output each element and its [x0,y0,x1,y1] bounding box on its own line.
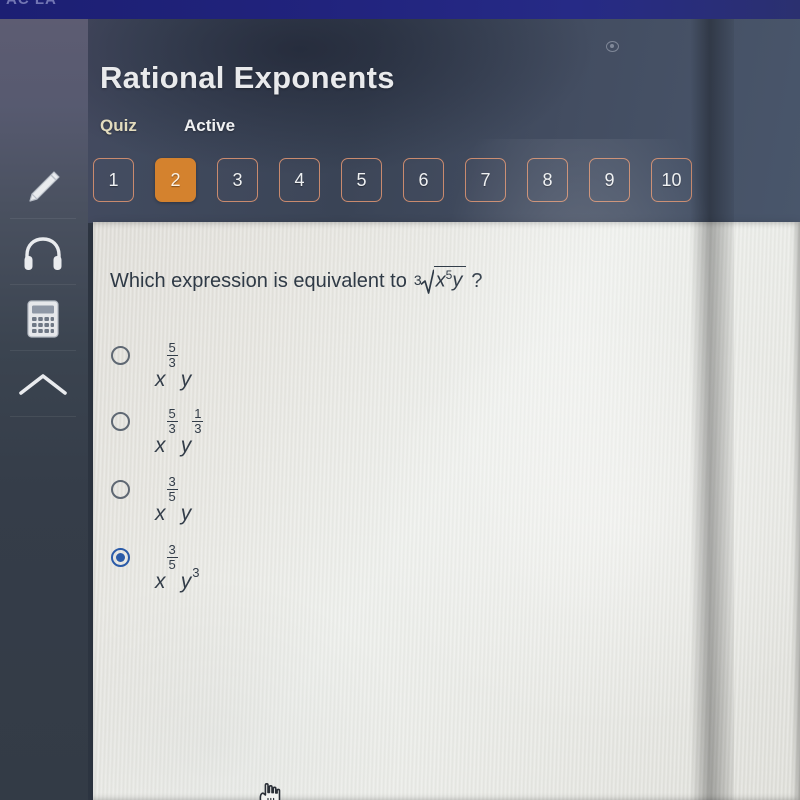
option-d-exp-numerator: 3 [168,541,176,557]
option-b-base-y: y [180,434,192,457]
radicand-base-x: x [435,269,446,292]
app-header: Rational Exponents Quiz Active 1 2 3 4 5… [0,19,800,223]
option-b-term-2: y 1 3 [180,406,204,458]
option-b-exp2-denominator: 3 [192,420,204,436]
option-a-exp-numerator: 5 [168,339,176,355]
option-b-exponent-fraction-1: 5 3 [166,405,178,436]
pager-button-5[interactable]: 5 [341,158,382,202]
option-b-expression: x 5 3 y 1 3 [155,388,206,458]
pager-button-3[interactable]: 3 [217,158,258,202]
radio-option-c[interactable] [111,480,130,499]
collapse-tool-button[interactable] [4,353,82,417]
headphones-icon [20,233,66,273]
radio-option-a[interactable] [111,346,130,365]
radical-sign-icon [420,268,435,295]
photo-dust-speck [606,41,619,52]
option-b-term-1: x 5 3 [155,406,178,458]
pencil-highlighter-icon [20,164,66,210]
option-d-exp-denominator: 5 [166,556,178,572]
option-c-exp-numerator: 3 [168,473,176,489]
option-b-exponent-fraction-2: 1 3 [192,405,204,436]
option-a-expression: x 5 3 y [155,322,194,392]
card-texture-overlay [93,222,800,800]
option-d-base-y: y [180,570,192,593]
radicand-base-y: y [452,269,463,292]
option-d-term-1: x 3 5 [155,542,178,594]
pager-button-2[interactable]: 2 [155,158,196,202]
option-d-term-2: y 3 [180,565,200,594]
question-prompt: Which expression is equivalent to 3 x5y … [110,266,483,295]
question-pager[interactable]: 1 2 3 4 5 6 7 8 9 10 [93,158,713,202]
question-trailing-mark: ? [471,270,483,292]
status-badge: Active [184,116,236,135]
option-c-term-2: y [180,502,192,526]
audio-tool-button[interactable] [4,221,82,285]
question-card: Which expression is equivalent to 3 x5y … [93,222,800,800]
option-a-exp-denominator: 3 [166,354,178,370]
page-title: Rational Exponents [100,60,395,95]
radio-option-d[interactable] [111,548,130,567]
radicand: x5y [433,266,467,292]
pager-button-1[interactable]: 1 [93,158,134,202]
option-d-integer-exponent: 3 [192,565,200,580]
highlighter-tool-button[interactable] [4,155,82,219]
option-c-exponent-fraction: 3 5 [166,473,178,504]
option-c-exp-denominator: 5 [166,488,178,504]
cube-root-expression: 3 x5y [414,266,467,295]
pager-button-10[interactable]: 10 [651,158,692,202]
option-d-exponent-fraction: 3 5 [166,541,178,572]
top-chrome-bar: AC LA [0,0,800,19]
tool-rail [0,19,88,800]
chevron-up-icon [17,368,69,402]
option-b-base-x: x [155,434,166,457]
screenshot-root: AC LA Rational Exponents Quiz Active 1 2… [0,0,800,800]
calculator-tool-button[interactable] [4,287,82,351]
pager-button-9[interactable]: 9 [589,158,630,202]
option-b-exp1-denominator: 3 [166,420,178,436]
option-b-exp1-numerator: 5 [168,405,176,421]
pager-button-4[interactable]: 4 [279,158,320,202]
quiz-label: Quiz [100,116,137,135]
option-c-base-y: y [180,502,192,525]
question-prompt-text: Which expression is equivalent to [110,270,407,292]
pager-button-6[interactable]: 6 [403,158,444,202]
option-b-exp2-numerator: 1 [194,405,202,421]
calculator-icon [23,297,63,341]
photographed-screen: Rational Exponents Quiz Active 1 2 3 4 5… [0,19,800,800]
radio-option-b[interactable] [111,412,130,431]
pointer-hand-cursor [256,778,286,800]
pager-button-8[interactable]: 8 [527,158,568,202]
clipped-chrome-text: AC LA [6,0,57,8]
option-d-base-x: x [155,570,166,593]
option-a-base-y: y [180,368,192,391]
option-c-expression: x 3 5 y [155,456,194,526]
option-a-exponent-fraction: 5 3 [166,339,178,370]
pager-button-7[interactable]: 7 [465,158,506,202]
option-c-term-1: x 3 5 [155,474,178,526]
option-d-expression: x 3 5 y 3 [155,524,202,594]
option-a-base-x: x [155,368,166,391]
option-c-base-x: x [155,502,166,525]
